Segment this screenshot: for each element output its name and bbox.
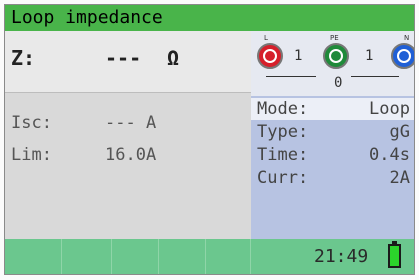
l-terminal-core	[263, 49, 277, 63]
l-pe-voltage: 1	[294, 48, 303, 64]
mode-value[interactable]: Loop	[369, 99, 410, 119]
lim-label: Lim:	[11, 145, 52, 165]
instrument-screen: Loop impedance Z: --- Ω Isc: --- A Lim: …	[4, 4, 415, 275]
time-label: Time:	[257, 145, 309, 165]
settings-pane: L PE N 1 1 0 Mode: Loop Type: gG Time: 0…	[251, 31, 414, 239]
n-terminal-label: N	[404, 34, 410, 42]
pe-terminal-icon	[323, 43, 349, 69]
l-terminal-icon	[257, 43, 283, 69]
l-n-voltage: 0	[334, 75, 343, 91]
n-terminal-icon	[391, 43, 414, 69]
mode-label: Mode:	[257, 99, 309, 119]
l-n-line	[266, 76, 316, 77]
result-divider	[5, 92, 251, 93]
soft-key-4[interactable]	[159, 239, 206, 274]
soft-key-3[interactable]	[112, 239, 159, 274]
soft-key-bar: 21:49	[5, 239, 414, 274]
clock: 21:49	[314, 246, 369, 267]
z-unit: Ω	[167, 46, 180, 70]
pe-terminal-core	[329, 49, 343, 63]
result-pane: Z: --- Ω Isc: --- A Lim: 16.0A	[5, 31, 251, 239]
terminal-status: L PE N 1 1 0	[251, 31, 414, 96]
battery-icon	[388, 244, 401, 268]
curr-label: Curr:	[257, 168, 309, 188]
type-value[interactable]: gG	[390, 122, 410, 142]
type-label: Type:	[257, 122, 309, 142]
z-value: ---	[105, 46, 142, 70]
page-title: Loop impedance	[11, 7, 163, 28]
curr-value[interactable]: 2A	[390, 168, 410, 188]
title-bar: Loop impedance	[5, 5, 414, 31]
time-value[interactable]: 0.4s	[369, 145, 410, 165]
pe-n-voltage: 1	[365, 48, 374, 64]
soft-key-1[interactable]	[5, 239, 62, 274]
soft-key-5[interactable]	[206, 239, 251, 274]
l-terminal-label: L	[264, 34, 268, 42]
pe-terminal-label: PE	[330, 34, 339, 42]
isc-value: --- A	[105, 113, 157, 133]
device-bezel: Loop impedance Z: --- Ω Isc: --- A Lim: …	[0, 0, 419, 280]
n-terminal-core	[397, 49, 411, 63]
isc-label: Isc:	[11, 113, 52, 133]
l-n-line-right	[351, 76, 399, 77]
lim-value: 16.0A	[105, 145, 157, 165]
soft-key-2[interactable]	[62, 239, 112, 274]
z-label: Z:	[11, 46, 36, 70]
impedance-result: Z: --- Ω	[5, 31, 251, 92]
